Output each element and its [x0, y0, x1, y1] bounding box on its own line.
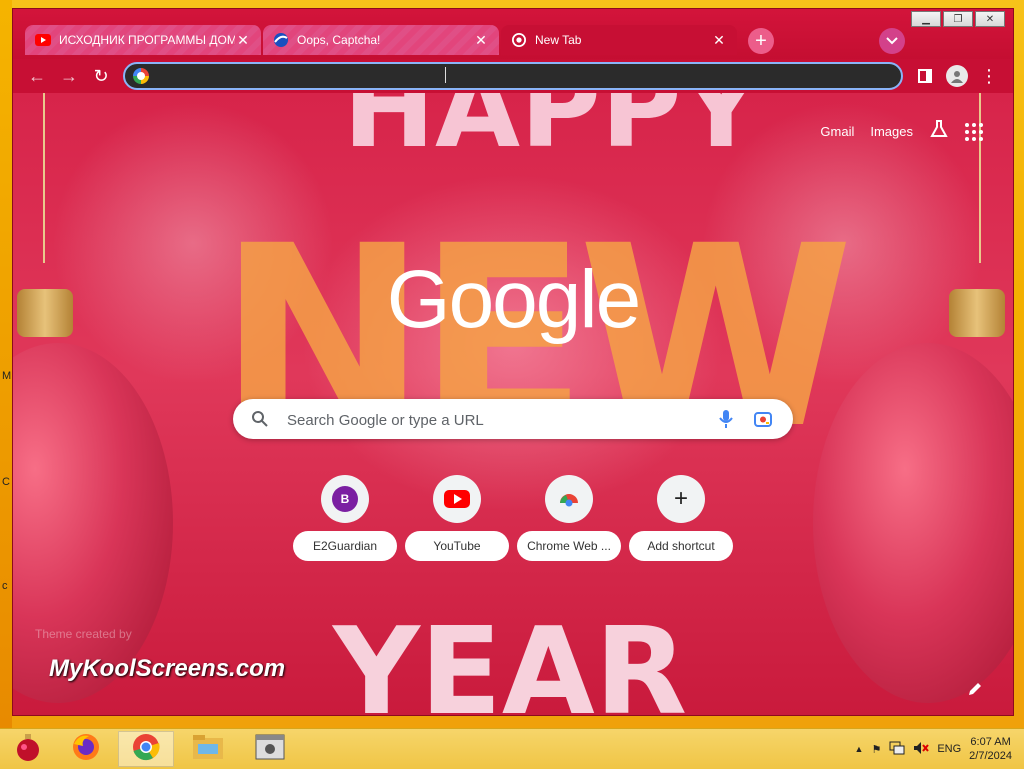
forward-icon[interactable]: → — [59, 66, 79, 86]
ntp-search-box[interactable] — [233, 399, 793, 439]
lens-camera-icon[interactable] — [753, 409, 773, 434]
youtube-icon — [433, 475, 481, 523]
customize-pencil-icon[interactable] — [963, 677, 987, 701]
close-window-button[interactable]: ✕ — [975, 11, 1005, 27]
google-logo: Google — [386, 254, 641, 345]
firefox-icon — [71, 732, 101, 767]
back-icon[interactable]: ← — [27, 66, 47, 86]
taskbar-file-explorer[interactable] — [180, 731, 236, 767]
profile-icon[interactable] — [946, 65, 968, 87]
clock-date: 2/7/2024 — [969, 750, 1012, 762]
menu-icon[interactable]: ⋮ — [979, 66, 999, 86]
watermark-text: MyKoolScreens.com — [49, 655, 286, 682]
chrome-web-store-icon — [545, 475, 593, 523]
maximize-button[interactable]: ❐ — [943, 11, 973, 27]
background-text-year: YEAR — [333, 603, 688, 716]
reload-icon[interactable]: ↻ — [91, 66, 111, 86]
chevron-down-icon — [886, 34, 898, 48]
labs-flask-icon[interactable] — [929, 119, 949, 144]
new-tab-page: HAPPY NEW YEAR Gmail Images Google Searc… — [13, 93, 1013, 716]
plus-icon: + — [755, 29, 767, 52]
network-icon[interactable] — [889, 741, 905, 758]
taskbar: ▲ ⚑ ENG 6:07 AM 2/7/2024 — [0, 728, 1024, 769]
microphone-icon[interactable] — [719, 409, 733, 434]
theme-credit[interactable]: Theme created by — [35, 627, 132, 641]
ornament-string — [43, 93, 45, 263]
browser-window: ▁ ❐ ✕ ИСХОДНИК ПРОГРАММЫ ДОМ ✕ Oops, Cap… — [12, 8, 1014, 716]
search-icon — [251, 410, 269, 433]
youtube-icon — [35, 32, 51, 48]
google-apps-icon[interactable] — [965, 122, 983, 141]
shortcut-label: Chrome Web ... — [517, 531, 621, 561]
folder-icon — [192, 734, 224, 765]
shortcut-label: E2Guardian — [293, 531, 397, 561]
gmail-link[interactable]: Gmail — [820, 124, 854, 139]
tab-strip: ▁ ❐ ✕ ИСХОДНИК ПРОГРАММЫ ДОМ ✕ Oops, Cap… — [13, 9, 1013, 61]
taskbar-firefox[interactable] — [58, 731, 114, 767]
tab-title: Oops, Captcha! — [297, 33, 381, 47]
ornament-start-icon — [13, 732, 43, 767]
app-window-icon — [255, 734, 285, 765]
tab-title: New Tab — [535, 33, 582, 47]
close-tab-icon[interactable]: ✕ — [235, 32, 251, 49]
chrome-icon — [511, 32, 527, 48]
browser-toolbar: ← → ↻ ⋮ — [13, 59, 1013, 93]
tab-search-button[interactable] — [879, 28, 905, 54]
close-tab-icon[interactable]: ✕ — [711, 32, 727, 49]
google-g-icon — [133, 68, 149, 84]
desktop-icon-fragment: C — [2, 476, 10, 488]
volume-muted-icon[interactable] — [913, 741, 930, 758]
window-controls: ▁ ❐ ✕ — [911, 11, 1005, 27]
desktop-edge — [0, 0, 12, 728]
shortcut-label: YouTube — [405, 531, 509, 561]
taskbar-chrome[interactable] — [118, 731, 174, 767]
tab-captcha[interactable]: Oops, Captcha! ✕ — [263, 25, 499, 55]
shortcut-chrome-web-store[interactable]: Chrome Web ... — [513, 475, 625, 565]
tab-new-tab[interactable]: New Tab ✕ — [501, 25, 737, 55]
shortcut-youtube[interactable]: YouTube — [401, 475, 513, 565]
shortcut-add[interactable]: + Add shortcut — [625, 475, 737, 565]
clock[interactable]: 6:07 AM 2/7/2024 — [969, 735, 1012, 763]
system-tray: ▲ ⚑ ENG 6:07 AM 2/7/2024 — [855, 729, 1012, 769]
language-indicator[interactable]: ENG — [937, 743, 961, 755]
search-input[interactable] — [285, 409, 709, 431]
christmas-ornament-left — [13, 343, 173, 703]
shortcut-letter: B — [332, 486, 358, 512]
shortcut-e2guardian[interactable]: B E2Guardian — [289, 475, 401, 565]
clock-time: 6:07 AM — [970, 736, 1011, 748]
background-text-happy: HAPPY — [343, 93, 762, 172]
desktop-icon-fragment: c — [2, 580, 8, 592]
taskbar-app[interactable] — [242, 731, 298, 767]
captcha-icon — [273, 32, 289, 48]
start-button[interactable] — [0, 731, 56, 767]
e2guardian-icon: B — [321, 475, 369, 523]
minimize-button[interactable]: ▁ — [911, 11, 941, 27]
close-tab-icon[interactable]: ✕ — [473, 32, 489, 49]
images-link[interactable]: Images — [870, 124, 913, 139]
plus-icon: + — [657, 475, 705, 523]
new-tab-button[interactable]: + — [748, 28, 774, 54]
tab-youtube[interactable]: ИСХОДНИК ПРОГРАММЫ ДОМ ✕ — [25, 25, 261, 55]
shortcut-label: Add shortcut — [629, 531, 733, 561]
tab-title: ИСХОДНИК ПРОГРАММЫ ДОМ — [59, 33, 235, 47]
text-cursor — [445, 67, 446, 83]
address-bar[interactable] — [123, 62, 903, 90]
chrome-icon — [131, 732, 161, 767]
flag-icon[interactable]: ⚑ — [871, 743, 881, 756]
show-hidden-icons-icon[interactable]: ▲ — [855, 744, 864, 754]
desktop-icon-fragment: M — [2, 370, 12, 382]
ntp-header-links: Gmail Images — [820, 119, 983, 144]
side-panel-icon[interactable] — [915, 66, 935, 86]
address-input[interactable] — [157, 66, 881, 88]
